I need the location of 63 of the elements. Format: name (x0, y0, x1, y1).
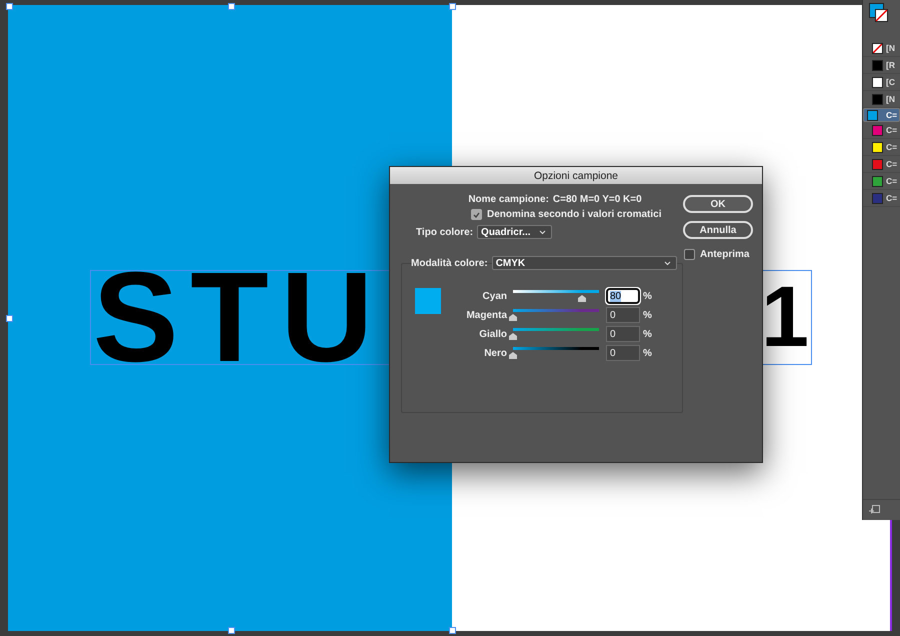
slider-thumb[interactable] (509, 333, 517, 340)
dialog-button[interactable]: Annulla (683, 221, 753, 239)
channel-label: Cyan (482, 290, 507, 302)
swatch-name-value: C=80 M=0 Y=0 K=0 (552, 194, 642, 205)
slider-thumb[interactable] (578, 295, 586, 302)
swatch-name: C= (886, 193, 898, 203)
chevron-down-icon (538, 230, 546, 234)
swatch-item[interactable]: [N (863, 40, 900, 57)
swatch-item[interactable]: [C (863, 74, 900, 91)
percent-label: % (643, 348, 652, 358)
swatch-name: [C (886, 77, 895, 87)
selection-handle[interactable] (228, 3, 235, 10)
swatch-item[interactable]: C= (863, 173, 900, 190)
percent-label: % (643, 328, 652, 340)
slider-thumb[interactable] (509, 352, 517, 359)
swatch-item[interactable]: C= (863, 108, 900, 122)
swatch-name: C= (886, 159, 898, 169)
headline-text: 1 (761, 270, 810, 365)
dialog-button[interactable]: OK (683, 195, 753, 213)
channel-label: Magenta (465, 310, 507, 320)
swatch-item[interactable]: [R (863, 57, 900, 74)
checkmark-icon (473, 212, 480, 218)
color-type-dropdown[interactable]: Quadricr... (477, 225, 552, 239)
swatch-name: C= (886, 176, 898, 186)
checkbox[interactable] (471, 209, 482, 220)
checkbox-label: Anteprima (700, 249, 750, 260)
swatch-item[interactable]: C= (863, 139, 900, 156)
selection-handle[interactable] (6, 3, 13, 10)
color-preview-swatch (415, 288, 441, 314)
swatch-name: C= (886, 142, 898, 152)
channel-value-field[interactable]: 0 (606, 307, 640, 323)
color-mode-label: Modalità colore: (411, 258, 488, 268)
checkbox[interactable] (684, 249, 695, 260)
swatch-item[interactable]: C= (863, 190, 900, 207)
slider-thumb[interactable] (509, 314, 517, 321)
channel-value-field[interactable]: 0 (606, 326, 640, 342)
chevron-down-icon (664, 260, 671, 266)
checkbox-label: Denomina secondo i valori cromatici (487, 209, 662, 220)
dialog-title: Opzioni campione (390, 167, 762, 184)
stroke-none-icon[interactable] (875, 9, 888, 22)
color-mode-dropdown[interactable]: CMYK (492, 256, 677, 270)
swatch-name: [N (886, 94, 895, 104)
swatch-item[interactable]: C= (863, 156, 900, 173)
percent-label: % (643, 310, 652, 320)
swatch-name: C= (886, 125, 898, 135)
new-swatch-icon[interactable] (869, 505, 880, 515)
headline-text: STU (92, 270, 385, 365)
swatch-name: C= (886, 110, 898, 120)
swatch-name: [N (886, 43, 895, 53)
selection-handle[interactable] (228, 627, 235, 634)
swatch-name-label: Nome campione: (468, 194, 549, 205)
swatch-item[interactable]: C= (863, 122, 900, 139)
color-type-label: Tipo colore: (416, 226, 474, 238)
channel-slider[interactable] (513, 290, 599, 302)
channel-label: Giallo (478, 328, 507, 340)
selection-handle[interactable] (6, 315, 13, 322)
channel-value-field[interactable]: 80 (606, 288, 640, 304)
percent-label: % (643, 290, 652, 302)
swatch-name: [R (886, 60, 895, 70)
channel-value-field[interactable]: 0 (606, 345, 640, 361)
channel-label: Nero (483, 348, 507, 358)
selection-handle[interactable] (449, 3, 456, 10)
selection-handle[interactable] (449, 627, 456, 634)
